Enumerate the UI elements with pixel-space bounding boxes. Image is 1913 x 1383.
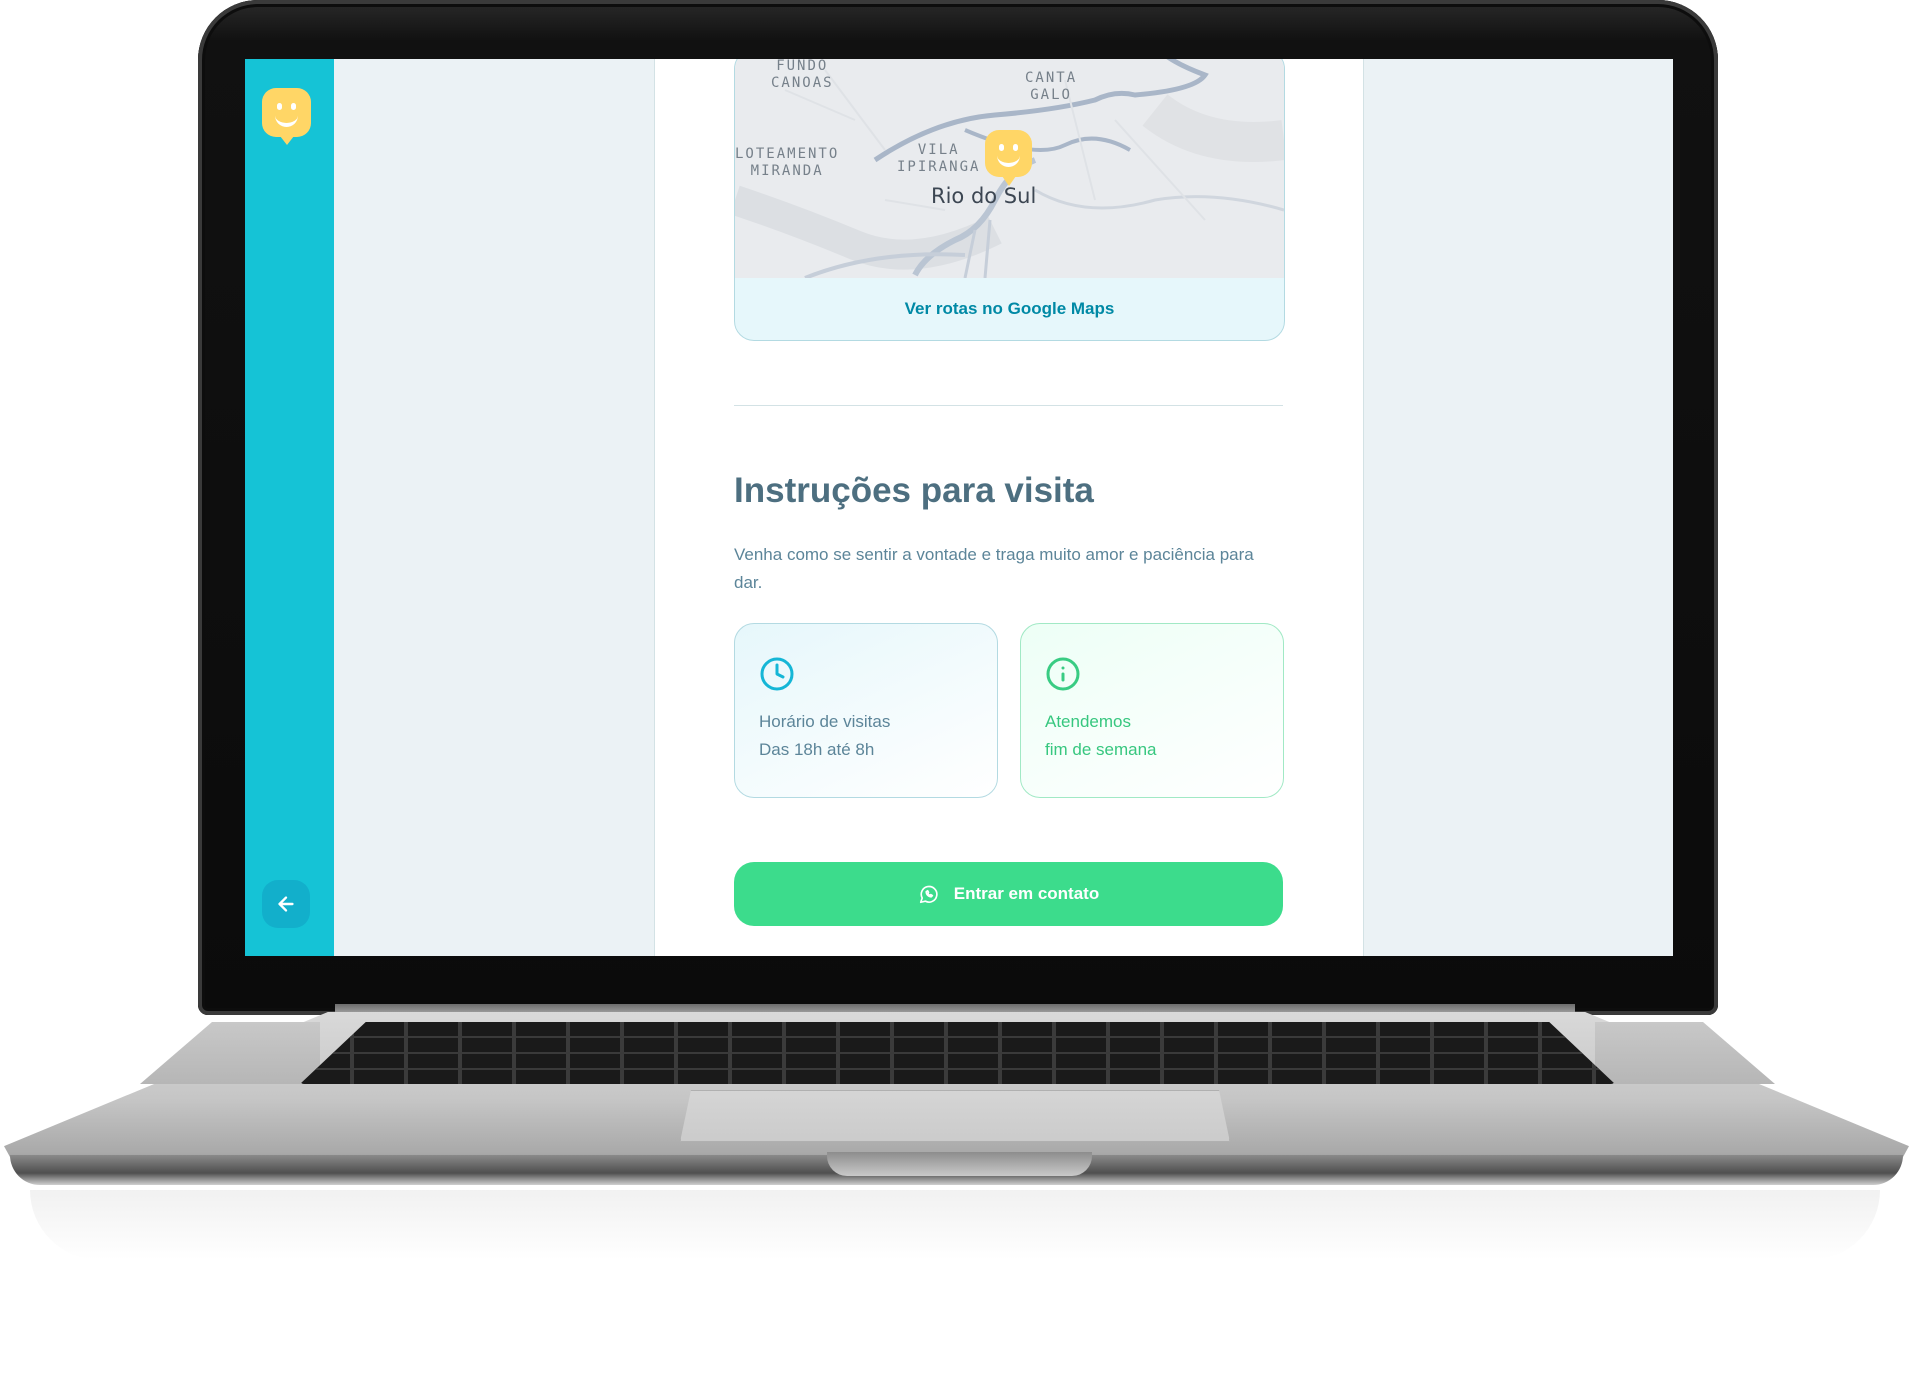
instructions-title: Instruções para visita [734,471,1094,510]
smile-logo-icon[interactable] [262,88,311,145]
pin-eye-right [1013,144,1018,151]
contact-button[interactable]: Entrar em contato [734,862,1283,926]
laptop-keyboard [300,1022,1615,1084]
laptop-screen: FUNDO CANOAS CANTA GALO LOTEAMENTO MIRAN… [245,59,1673,956]
weekend-value: fim de semana [1045,740,1157,759]
contact-button-label: Entrar em contato [953,884,1100,903]
logo-mouth [275,113,298,127]
map-label-vila-ipiranga: VILA IPIRANGA [897,142,981,175]
logo-eye-left [277,103,282,110]
back-button[interactable] [262,880,310,928]
weekend-card: Atendemos fim de semana [1020,623,1284,798]
clock-icon [760,657,794,691]
laptop-trackpad [680,1090,1230,1142]
section-divider [734,405,1283,406]
keyboard-side-right [1595,1022,1775,1084]
weekend-label: Atendemos [1045,712,1131,731]
sidebar [245,59,334,956]
map-view[interactable]: FUNDO CANOAS CANTA GALO LOTEAMENTO MIRAN… [735,59,1284,278]
google-maps-route-link[interactable]: Ver rotas no Google Maps [735,278,1284,340]
map-label-canta-galo: CANTA GALO [1025,70,1078,103]
keyboard-side-left [140,1022,320,1084]
map-label-loteamento-miranda: LOTEAMENTO MIRANDA [735,146,840,179]
arrow-left-icon [278,896,294,912]
map-city-label: Rio do Sul [931,184,1037,208]
visiting-hours-card: Horário de visitas Das 18h até 8h [734,623,998,798]
map-pin-icon[interactable] [985,130,1032,186]
laptop-notch [827,1152,1092,1176]
orphanage-details: FUNDO CANOAS CANTA GALO LOTEAMENTO MIRAN… [654,59,1364,956]
map-label-fundo-canoas: FUNDO CANOAS [771,59,834,91]
visiting-hours-label: Horário de visitas [759,712,891,731]
laptop-reflection [30,1190,1880,1260]
pin-mouth [997,153,1020,167]
pin-eye-left [999,144,1004,151]
instructions-description: Venha como se sentir a vontade e traga m… [734,545,1254,592]
map-card: FUNDO CANOAS CANTA GALO LOTEAMENTO MIRAN… [734,59,1285,341]
info-icon [1046,657,1080,691]
whatsapp-icon [919,885,938,904]
visiting-hours-value: Das 18h até 8h [759,740,875,759]
logo-eye-right [291,103,296,110]
